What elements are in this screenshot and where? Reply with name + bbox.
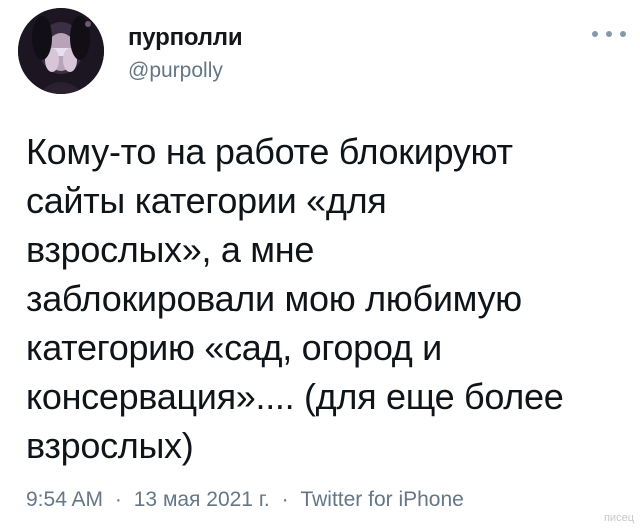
watermark: писец	[603, 512, 634, 524]
tweet-text-line: сайты категории «для	[26, 180, 387, 221]
avatar[interactable]	[18, 8, 104, 94]
tweet-text-line: консервация».... (для еще более	[26, 376, 564, 417]
tweet-text-line: заблокировали мою любимую	[26, 278, 522, 319]
more-options-button[interactable]	[592, 24, 626, 44]
more-dots-icon	[620, 31, 626, 37]
tweet-text-line: Кому-то на работе блокируют	[26, 131, 513, 172]
more-dots-icon	[592, 31, 598, 37]
tweet-source[interactable]: Twitter for iPhone	[300, 488, 463, 511]
tweet-text-line: взрослых)	[26, 425, 194, 466]
tweet-card: пурполли @purpolly Кому-то на работе бло…	[0, 0, 640, 528]
tweet-time[interactable]: 9:54 AM	[26, 488, 103, 511]
more-dots-icon	[606, 31, 612, 37]
avatar-photo-icon	[18, 8, 104, 94]
tweet-text: Кому-то на работе блокируют сайты катего…	[26, 127, 626, 470]
meta-separator: ·	[281, 488, 289, 511]
tweet-text-line: категорию «сад, огород и	[26, 327, 442, 368]
author-handle[interactable]: @purpolly	[128, 58, 242, 84]
tweet-meta: 9:54 AM · 13 мая 2021 г. · Twitter for i…	[26, 487, 464, 513]
tweet-date[interactable]: 13 мая 2021 г.	[134, 488, 270, 511]
author-display-name[interactable]: пурполли	[128, 24, 243, 52]
meta-separator: ·	[114, 488, 122, 511]
author-block[interactable]: пурполли @purpolly	[128, 24, 243, 84]
tweet-text-line: взрослых», а мне	[26, 229, 315, 270]
